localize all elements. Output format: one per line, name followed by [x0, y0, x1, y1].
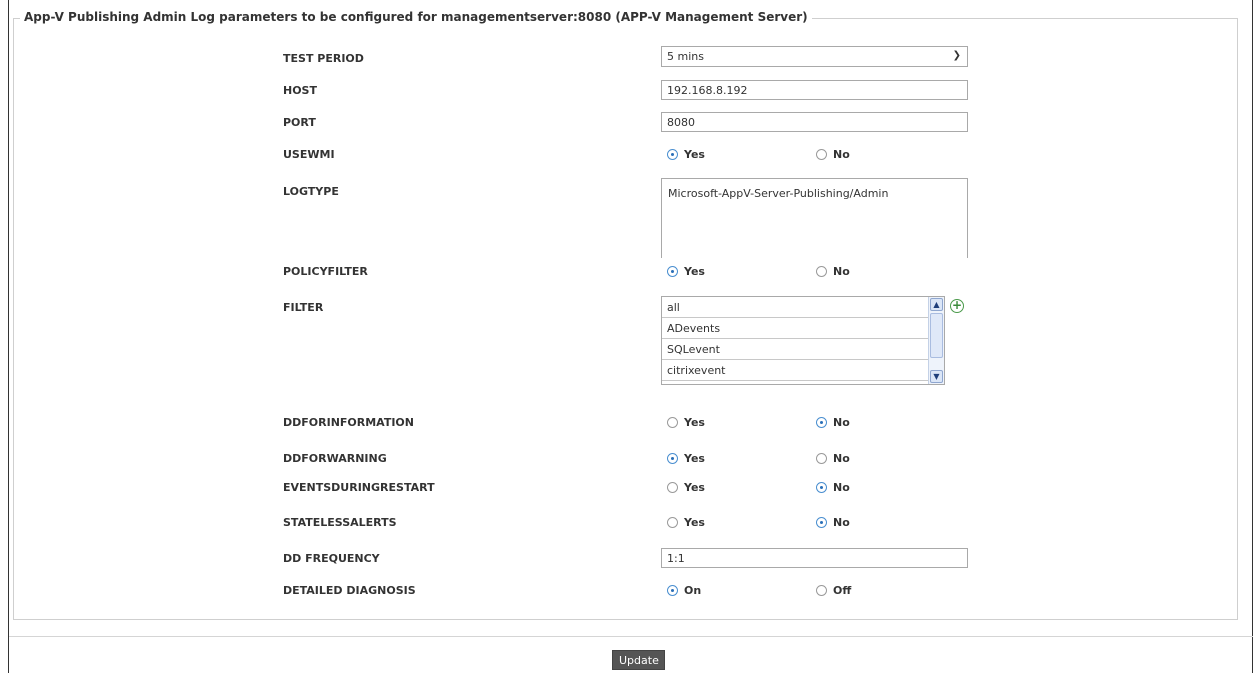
- usewmi-no-radio[interactable]: No: [816, 148, 850, 161]
- update-button[interactable]: Update: [612, 650, 665, 670]
- statelessalerts-yes-radio[interactable]: Yes: [667, 516, 705, 529]
- radio-unselected-icon: [667, 517, 678, 528]
- detailed-diagnosis-on-label: On: [684, 584, 702, 597]
- ddforinformation-label: DDFORINFORMATION: [283, 416, 414, 429]
- ddforinformation-yes-label: Yes: [684, 416, 705, 429]
- policyfilter-label: POLICYFILTER: [283, 265, 368, 278]
- detailed-diagnosis-off-label: Off: [833, 584, 852, 597]
- arrow-down-icon[interactable]: ▼: [930, 370, 943, 383]
- filter-option[interactable]: ADevents: [662, 318, 928, 339]
- footer-divider: [9, 636, 1253, 637]
- port-label: PORT: [283, 116, 316, 129]
- usewmi-label: USEWMI: [283, 148, 335, 161]
- logtype-textarea[interactable]: Microsoft-AppV-Server-Publishing/Admin: [661, 178, 968, 258]
- policyfilter-no-label: No: [833, 265, 850, 278]
- radio-unselected-icon: [816, 453, 827, 464]
- ddforwarning-yes-radio[interactable]: Yes: [667, 452, 705, 465]
- radio-selected-icon: [667, 585, 678, 596]
- detailed-diagnosis-label: DETAILED DIAGNOSIS: [283, 584, 416, 597]
- radio-selected-icon: [667, 266, 678, 277]
- dd-frequency-label: DD FREQUENCY: [283, 552, 380, 565]
- usewmi-yes-label: Yes: [684, 148, 705, 161]
- eventsduringrestart-label: EVENTSDURINGRESTART: [283, 481, 435, 494]
- eventsduringrestart-yes-radio[interactable]: Yes: [667, 481, 705, 494]
- detailed-diagnosis-off-radio[interactable]: Off: [816, 584, 851, 597]
- test-period-label: TEST PERIOD: [283, 52, 364, 65]
- statelessalerts-no-label: No: [833, 516, 850, 529]
- policyfilter-yes-label: Yes: [684, 265, 705, 278]
- fieldset-legend: App-V Publishing Admin Log parameters to…: [20, 10, 812, 24]
- ddforinformation-yes-radio[interactable]: Yes: [667, 416, 705, 429]
- port-input[interactable]: [661, 112, 968, 132]
- test-period-select[interactable]: 5 mins ❯: [661, 46, 968, 67]
- radio-selected-icon: [667, 453, 678, 464]
- filter-scrollbar[interactable]: ▲ ▼: [928, 297, 944, 384]
- ddforwarning-label: DDFORWARNING: [283, 452, 387, 465]
- ddforwarning-no-label: No: [833, 452, 850, 465]
- radio-unselected-icon: [816, 149, 827, 160]
- radio-unselected-icon: [816, 585, 827, 596]
- radio-selected-icon: [816, 417, 827, 428]
- radio-unselected-icon: [667, 482, 678, 493]
- ddforwarning-no-radio[interactable]: No: [816, 452, 850, 465]
- host-label: HOST: [283, 84, 317, 97]
- detailed-diagnosis-on-radio[interactable]: On: [667, 584, 701, 597]
- usewmi-yes-radio[interactable]: Yes: [667, 148, 705, 161]
- filter-listbox[interactable]: all ADevents SQLevent citrixevent ▲ ▼: [661, 296, 945, 385]
- eventsduringrestart-no-label: No: [833, 481, 850, 494]
- policyfilter-no-radio[interactable]: No: [816, 265, 850, 278]
- eventsduringrestart-no-radio[interactable]: No: [816, 481, 850, 494]
- radio-unselected-icon: [667, 417, 678, 428]
- scroll-thumb[interactable]: [930, 313, 943, 358]
- statelessalerts-no-radio[interactable]: No: [816, 516, 850, 529]
- statelessalerts-yes-label: Yes: [684, 516, 705, 529]
- eventsduringrestart-yes-label: Yes: [684, 481, 705, 494]
- usewmi-no-label: No: [833, 148, 850, 161]
- parameters-fieldset: [13, 18, 1238, 620]
- arrow-up-icon[interactable]: ▲: [930, 298, 943, 311]
- ddforinformation-no-label: No: [833, 416, 850, 429]
- host-input[interactable]: [661, 80, 968, 100]
- test-period-value: 5 mins: [667, 50, 704, 63]
- statelessalerts-label: STATELESSALERTS: [283, 516, 397, 529]
- logtype-label: LOGTYPE: [283, 185, 339, 198]
- dd-frequency-input[interactable]: [661, 548, 968, 568]
- ddforwarning-yes-label: Yes: [684, 452, 705, 465]
- filter-option[interactable]: citrixevent: [662, 360, 928, 381]
- radio-selected-icon: [667, 149, 678, 160]
- radio-unselected-icon: [816, 266, 827, 277]
- filter-label: FILTER: [283, 301, 324, 314]
- filter-option[interactable]: SQLevent: [662, 339, 928, 360]
- plus-circle-icon[interactable]: +: [950, 299, 964, 313]
- radio-selected-icon: [816, 482, 827, 493]
- radio-selected-icon: [816, 517, 827, 528]
- ddforinformation-no-radio[interactable]: No: [816, 416, 850, 429]
- policyfilter-yes-radio[interactable]: Yes: [667, 265, 705, 278]
- chevron-down-icon: ❯: [952, 50, 961, 61]
- filter-option[interactable]: all: [662, 297, 928, 318]
